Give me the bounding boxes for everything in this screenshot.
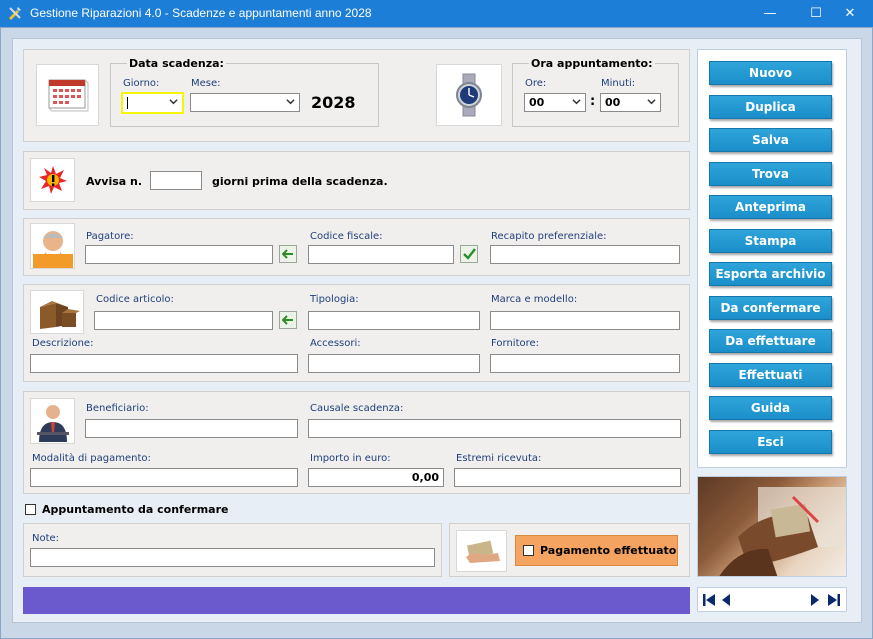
previous-record-button[interactable] (720, 592, 732, 606)
amount-input[interactable]: 0,00 (308, 468, 444, 487)
businessman-icon (30, 398, 75, 444)
notice-prefix-label: Avvisa n. (86, 175, 143, 188)
notes-input[interactable] (30, 548, 435, 567)
day-label: Giorno: (123, 78, 160, 89)
calendar-icon (36, 64, 99, 126)
to-confirm-button[interactable]: Da confermare (709, 296, 832, 320)
watch-icon (436, 64, 502, 126)
supplier-input[interactable] (490, 354, 680, 373)
tax-code-input[interactable] (308, 245, 454, 264)
description-label: Descrizione: (32, 338, 94, 349)
payment-done-checkbox[interactable] (523, 545, 534, 556)
verify-tax-code-button[interactable] (460, 245, 478, 263)
duplicate-button[interactable]: Duplica (709, 95, 832, 119)
notes-label: Note: (32, 533, 60, 544)
appointment-time-label: Ora appuntamento: (529, 57, 655, 70)
contact-input[interactable] (490, 245, 680, 264)
brand-model-input[interactable] (490, 311, 680, 330)
reason-label: Causale scadenza: (310, 403, 404, 414)
arrow-left-icon (282, 249, 293, 259)
find-button[interactable]: Trova (709, 162, 832, 186)
month-label: Mese: (191, 78, 221, 89)
type-input[interactable] (308, 311, 480, 330)
minimize-button[interactable]: — (747, 0, 793, 27)
boxes-icon (30, 290, 84, 334)
exit-button[interactable]: Esci (709, 430, 832, 454)
due-date-label: Data scadenza: (127, 57, 226, 70)
chevron-down-icon (647, 99, 656, 105)
alert-icon (30, 158, 75, 202)
payment-method-input[interactable] (30, 468, 298, 487)
next-record-button[interactable] (809, 592, 821, 606)
supplier-label: Fornitore: (491, 338, 540, 349)
print-button[interactable]: Stampa (709, 229, 832, 253)
status-bar (23, 587, 690, 614)
hours-label: Ore: (525, 78, 547, 89)
receipt-label: Estremi ricevuta: (456, 453, 542, 464)
arrow-left-icon (282, 315, 293, 325)
year-display: 2028 (311, 93, 356, 112)
notice-suffix-label: giorni prima della scadenza. (212, 175, 388, 188)
to-confirm-checkbox[interactable] (25, 504, 36, 515)
contact-label: Recapito preferenziale: (491, 231, 607, 242)
article-code-label: Codice articolo: (96, 294, 174, 305)
first-record-button[interactable] (702, 592, 716, 606)
person-icon (30, 223, 75, 269)
payer-input[interactable] (85, 245, 273, 264)
description-input[interactable] (30, 354, 298, 373)
to-do-button[interactable]: Da effettuare (709, 329, 832, 353)
payment-done-label: Pagamento effettuato (540, 544, 677, 557)
tax-code-label: Codice fiscale: (310, 231, 383, 242)
chevron-down-icon (169, 99, 178, 105)
text-cursor (127, 97, 128, 109)
save-button[interactable]: Salva (709, 128, 832, 152)
next-icon (811, 594, 819, 606)
tools-icon (7, 5, 23, 21)
chevron-down-icon (572, 99, 581, 105)
beneficiary-input[interactable] (85, 419, 298, 438)
article-code-input[interactable] (94, 311, 273, 330)
last-icon (828, 594, 840, 606)
minutes-value: 00 (605, 96, 621, 109)
amount-label: Importo in euro: (310, 453, 391, 464)
accessories-input[interactable] (308, 354, 480, 373)
first-icon (703, 594, 715, 606)
checkmark-icon (462, 248, 476, 260)
done-button[interactable]: Effettuati (709, 363, 832, 387)
preview-button[interactable]: Anteprima (709, 195, 832, 219)
import-article-button[interactable] (279, 311, 297, 329)
last-record-button[interactable] (827, 592, 841, 606)
reason-input[interactable] (308, 419, 681, 438)
repair-photo (697, 476, 847, 577)
beneficiary-label: Beneficiario: (86, 403, 149, 414)
receipt-input[interactable] (454, 468, 681, 487)
new-button[interactable]: Nuovo (709, 61, 832, 85)
export-archive-button[interactable]: Esporta archivio (709, 262, 832, 286)
payment-method-label: Modalità di pagamento: (32, 453, 151, 464)
month-select[interactable] (190, 93, 300, 112)
accessories-label: Accessori: (310, 338, 361, 349)
window-title: Gestione Riparazioni 4.0 - Scadenze e ap… (30, 6, 372, 20)
title-bar[interactable]: Gestione Riparazioni 4.0 - Scadenze e ap… (0, 0, 873, 27)
money-hand-icon (456, 530, 507, 572)
to-confirm-label: Appuntamento da confermare (42, 503, 229, 516)
notice-days-input[interactable] (150, 171, 202, 190)
time-separator: : (590, 94, 596, 109)
minutes-select[interactable]: 00 (600, 93, 661, 112)
payer-label: Pagatore: (86, 231, 134, 242)
close-button[interactable]: ✕ (827, 0, 873, 27)
day-select[interactable] (121, 92, 184, 114)
previous-icon (722, 594, 730, 606)
hours-value: 00 (529, 96, 545, 109)
type-label: Tipologia: (310, 294, 359, 305)
import-payer-button[interactable] (279, 245, 297, 263)
chevron-down-icon (286, 99, 295, 105)
hours-select[interactable]: 00 (524, 93, 586, 112)
minutes-label: Minuti: (601, 78, 636, 89)
brand-model-label: Marca e modello: (491, 294, 578, 305)
guide-button[interactable]: Guida (709, 396, 832, 420)
